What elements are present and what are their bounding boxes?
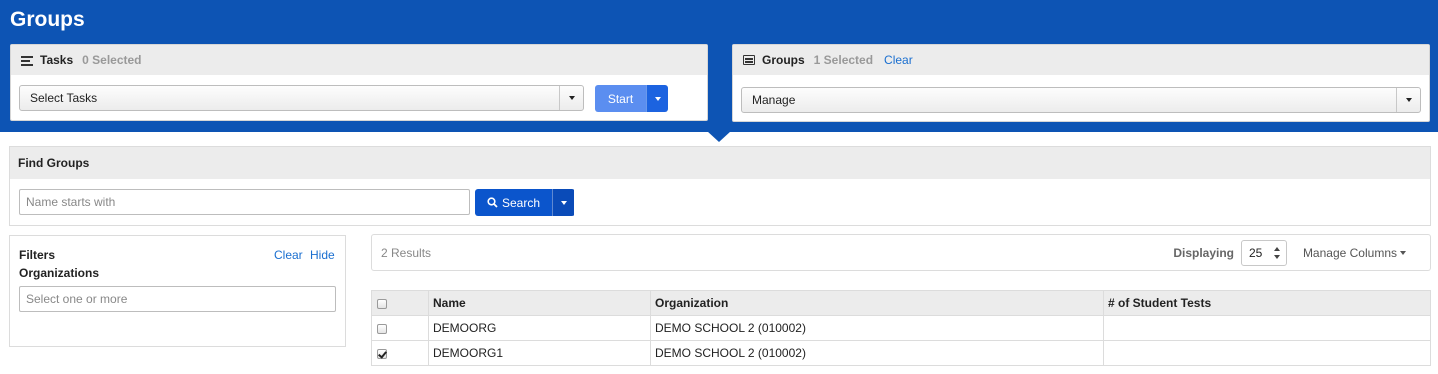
group-name-cell: DEMOORG1 (428, 340, 651, 366)
organization-cell: DEMO SCHOOL 2 (010002) (650, 340, 1104, 366)
search-button[interactable]: Search (475, 189, 552, 216)
row-select-cell (371, 340, 429, 366)
groups-table-icon (743, 55, 755, 65)
filters-hide-link[interactable]: Hide (310, 248, 335, 262)
manage-groups-value: Manage (752, 93, 796, 107)
page-title: Groups (10, 8, 85, 31)
column-header-organization[interactable]: Organization (650, 290, 1104, 316)
updown-arrows-icon (1274, 247, 1280, 259)
caret-down-icon (560, 200, 567, 205)
select-all-cell (371, 290, 429, 316)
start-split-button: Start (595, 85, 668, 112)
group-name-search-input[interactable] (19, 189, 470, 215)
search-icon (487, 197, 498, 208)
organization-cell: DEMO SCHOOL 2 (010002) (650, 315, 1104, 341)
groups-table: Name Organization # of Student Tests DEM… (371, 290, 1431, 366)
start-dropdown-toggle[interactable] (646, 85, 668, 112)
filters-clear-link[interactable]: Clear (274, 248, 303, 262)
select-tasks-dropdown[interactable]: Select Tasks (19, 85, 584, 111)
manage-groups-dropdown[interactable]: Manage (741, 87, 1421, 113)
chevron-down-icon (1396, 88, 1420, 112)
results-toolbar: 2 Results Displaying 25 Manage Columns (371, 234, 1431, 271)
search-label: Search (501, 195, 541, 210)
table-header-row: Name Organization # of Student Tests (371, 290, 1431, 316)
manage-columns-label: Manage Columns (1302, 246, 1397, 260)
row-select-cell (371, 315, 429, 341)
filters-panel: Filters Clear Hide Organizations (9, 235, 346, 347)
search-split-button: Search (475, 189, 575, 216)
tasks-label: Tasks (40, 53, 74, 67)
tasks-selected-count: 0 Selected (82, 53, 142, 67)
table-row[interactable]: DEMOORG1 DEMO SCHOOL 2 (010002) (371, 340, 1431, 366)
column-header-name[interactable]: Name (428, 290, 651, 316)
select-all-checkbox[interactable] (377, 298, 387, 309)
group-name-cell: DEMOORG (428, 315, 651, 341)
groups-clear-link[interactable]: Clear (884, 53, 913, 67)
groups-selected-count: 1 Selected (813, 53, 874, 67)
filters-title: Filters (19, 248, 56, 262)
caret-down-icon (1400, 251, 1406, 255)
caret-down-icon (654, 96, 661, 101)
tasks-list-icon (21, 55, 33, 66)
groups-panel-header: Groups 1 Selected Clear (733, 45, 1429, 75)
displaying-label: Displaying (1173, 246, 1234, 260)
groups-panel: Groups 1 Selected Clear Manage (732, 44, 1430, 122)
chevron-down-icon (559, 86, 583, 110)
table-row[interactable]: DEMOORG DEMO SCHOOL 2 (010002) (371, 315, 1431, 341)
select-tasks-value: Select Tasks (30, 91, 98, 105)
row-checkbox[interactable] (377, 323, 387, 334)
find-groups-title: Find Groups (10, 147, 1430, 179)
search-dropdown-toggle[interactable] (552, 189, 574, 216)
organizations-label: Organizations (19, 266, 100, 280)
groups-label: Groups (762, 53, 805, 67)
panel-pointer (707, 131, 731, 142)
manage-columns-button[interactable]: Manage Columns (1303, 246, 1406, 260)
student-tests-cell (1103, 315, 1431, 341)
organizations-input[interactable] (19, 286, 336, 312)
page-size-value: 25 (1249, 246, 1263, 260)
row-checkbox[interactable] (377, 348, 387, 359)
student-tests-cell (1103, 340, 1431, 366)
column-header-student-tests[interactable]: # of Student Tests (1103, 290, 1431, 316)
start-button[interactable]: Start (595, 85, 646, 112)
find-groups-panel: Find Groups Search (9, 146, 1431, 226)
tasks-panel: Tasks 0 Selected Select Tasks Start (10, 44, 708, 121)
tasks-panel-header: Tasks 0 Selected (11, 45, 707, 75)
results-count: 2 Results (381, 246, 432, 260)
page-size-select[interactable]: 25 (1241, 240, 1287, 266)
start-label: Start (607, 91, 634, 106)
